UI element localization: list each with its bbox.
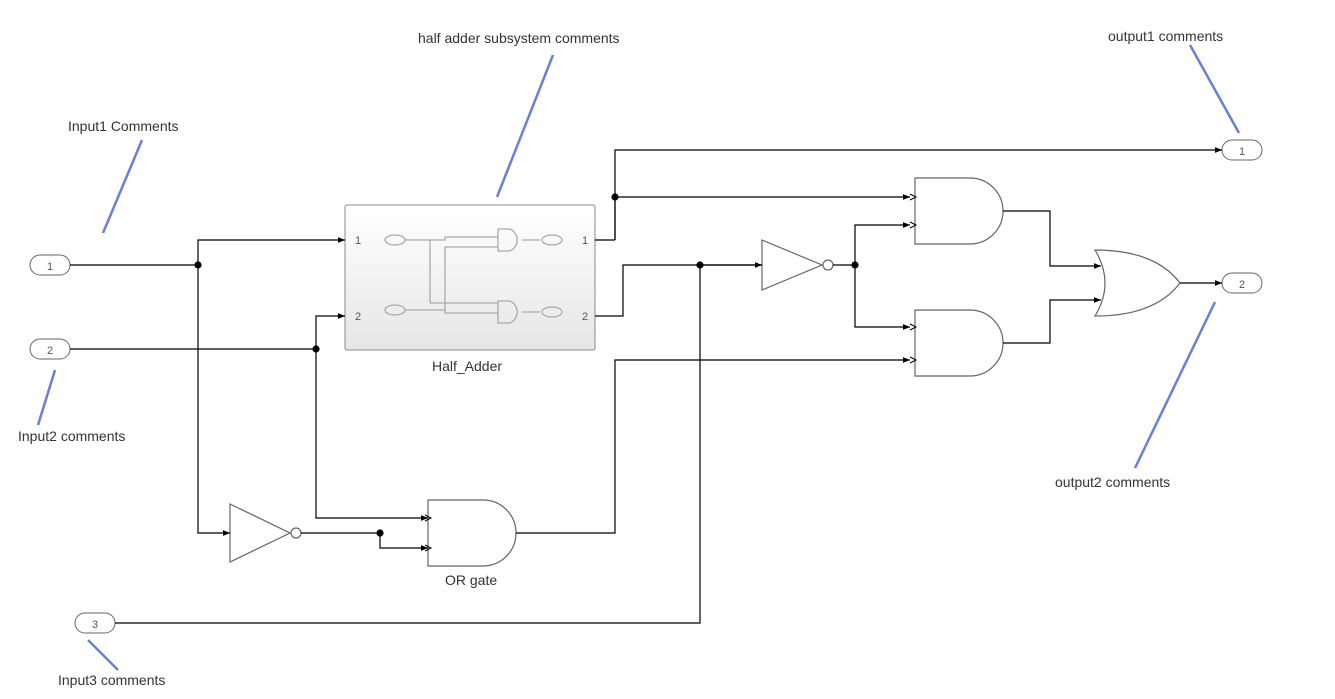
and-gate-orlabel[interactable] <box>428 500 516 566</box>
and-gate-top[interactable] <box>915 178 1003 244</box>
inport-1[interactable]: 1 <box>30 255 70 275</box>
svg-text:2: 2 <box>47 345 53 357</box>
or-gate-label: OR gate <box>445 572 497 588</box>
half-adder-label: Half_Adder <box>432 358 502 374</box>
svg-text:2: 2 <box>582 311 588 323</box>
svg-text:1: 1 <box>355 235 361 247</box>
annotation-input3[interactable]: Input3 comments <box>58 672 165 688</box>
svg-text:2: 2 <box>355 311 361 323</box>
and-gate-bot[interactable] <box>915 310 1003 376</box>
svg-text:1: 1 <box>47 261 53 273</box>
diagram-svg: 1 2 1 2 1 2 <box>0 0 1335 699</box>
half-adder-subsystem[interactable]: 1 2 1 2 <box>345 205 595 350</box>
or-gate-right[interactable] <box>1095 250 1180 316</box>
annotation-input2[interactable]: Input2 comments <box>18 428 125 444</box>
not-gate-1[interactable] <box>230 504 301 562</box>
inport-3[interactable]: 3 <box>75 613 115 633</box>
annotation-input1[interactable]: Input1 Comments <box>68 118 179 134</box>
outport-2[interactable]: 2 <box>1222 273 1262 293</box>
annotation-output1[interactable]: output1 comments <box>1108 28 1223 44</box>
svg-text:1: 1 <box>1239 146 1245 158</box>
outport-1[interactable]: 1 <box>1222 140 1262 160</box>
not-gate-2[interactable] <box>762 240 833 290</box>
svg-text:1: 1 <box>582 235 588 247</box>
svg-text:2: 2 <box>1239 279 1245 291</box>
inport-2[interactable]: 2 <box>30 339 70 359</box>
svg-text:3: 3 <box>92 619 98 631</box>
annotation-half-adder[interactable]: half adder subsystem comments <box>418 30 620 46</box>
simulink-canvas[interactable]: 1 2 1 2 1 2 <box>0 0 1335 699</box>
annotation-lines <box>38 45 1239 670</box>
annotation-output2[interactable]: output2 comments <box>1055 474 1170 490</box>
